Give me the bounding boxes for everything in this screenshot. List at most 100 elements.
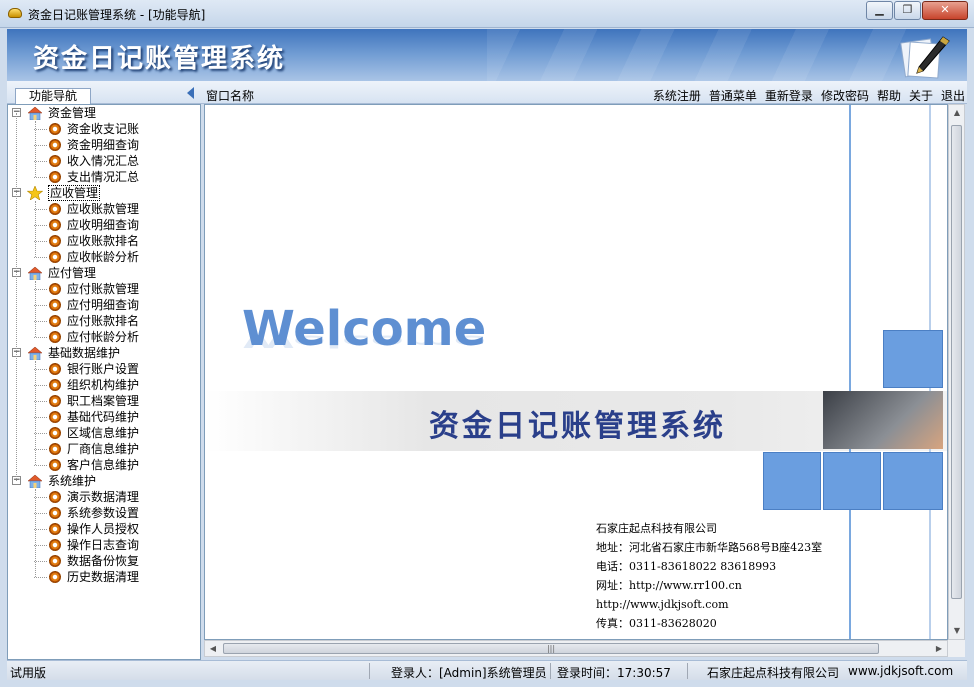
tree-item[interactable]: 操作日志查询 bbox=[8, 537, 200, 553]
menu-exit[interactable]: 退出 bbox=[941, 87, 965, 104]
tree-item[interactable]: 应付帐龄分析 bbox=[8, 329, 200, 345]
banner-decoration bbox=[487, 29, 907, 81]
scroll-down-icon[interactable]: ▼ bbox=[950, 623, 964, 639]
tree-item-label: 收入情况汇总 bbox=[67, 154, 140, 168]
tree-group-label: 资金管理 bbox=[48, 106, 97, 120]
tree-item-label: 应收账款管理 bbox=[67, 202, 140, 216]
tab-function-nav[interactable]: 功能导航 bbox=[15, 88, 91, 104]
tree-group[interactable]: − 资金管理 bbox=[8, 105, 200, 121]
minimize-button[interactable]: ▁ bbox=[866, 1, 893, 20]
tree-item[interactable]: 应付账款管理 bbox=[8, 281, 200, 297]
company-name: 石家庄起点科技有限公司 bbox=[596, 522, 717, 535]
vertical-scroll-thumb[interactable] bbox=[951, 125, 962, 599]
tree-item[interactable]: 操作人员授权 bbox=[8, 521, 200, 537]
tree-item[interactable]: 应付账款排名 bbox=[8, 313, 200, 329]
gear-icon bbox=[49, 219, 61, 231]
tree-group-label: 系统维护 bbox=[48, 474, 97, 488]
menu-relogin[interactable]: 重新登录 bbox=[765, 87, 813, 104]
tree-group-label: 基础数据维护 bbox=[48, 346, 121, 360]
tree-item[interactable]: 历史数据清理 bbox=[8, 569, 200, 585]
tree-item[interactable]: 数据备份恢复 bbox=[8, 553, 200, 569]
tree-item-label: 区域信息维护 bbox=[67, 426, 140, 440]
gear-icon bbox=[49, 363, 61, 375]
gear-icon bbox=[49, 155, 61, 167]
tree-group[interactable]: − 应付管理 bbox=[8, 265, 200, 281]
scroll-up-icon[interactable]: ▲ bbox=[950, 105, 964, 121]
tree-connector bbox=[35, 361, 36, 465]
tree-item[interactable]: 支出情况汇总 bbox=[8, 169, 200, 185]
window-controls: ▁ ❐ ✕ bbox=[865, 1, 968, 20]
tree-group-label: 应收管理 bbox=[48, 185, 101, 201]
status-login-user: 登录人：[Admin]系统管理员 bbox=[391, 666, 547, 680]
tree-connector bbox=[34, 257, 47, 258]
banner-title: 资金日记账管理系统 bbox=[33, 44, 286, 74]
tree-item-label: 应收账款排名 bbox=[67, 234, 140, 248]
gear-icon bbox=[49, 523, 61, 535]
tree-group[interactable]: − 应收管理 bbox=[8, 185, 200, 201]
menu-change-password[interactable]: 修改密码 bbox=[821, 87, 869, 104]
restore-icon: ❐ bbox=[902, 3, 913, 16]
tree-item[interactable]: 厂商信息维护 bbox=[8, 441, 200, 457]
tree-item-label: 应付账款管理 bbox=[67, 282, 140, 296]
tree-item[interactable]: 应收明细查询 bbox=[8, 217, 200, 233]
scroll-left-icon[interactable]: ◀ bbox=[205, 641, 221, 656]
close-button[interactable]: ✕ bbox=[922, 1, 968, 20]
tree-item[interactable]: 应付明细查询 bbox=[8, 297, 200, 313]
tree-item-label: 系统参数设置 bbox=[67, 506, 140, 520]
gear-icon bbox=[49, 123, 61, 135]
tree-item[interactable]: 组织机构维护 bbox=[8, 377, 200, 393]
menu-normal[interactable]: 普通菜单 bbox=[709, 87, 757, 104]
collapse-arrow-icon[interactable] bbox=[187, 87, 194, 99]
tree-item[interactable]: 银行账户设置 bbox=[8, 361, 200, 377]
horizontal-scrollbar[interactable]: ◀ ||| ▶ bbox=[204, 640, 948, 657]
tree-connector bbox=[34, 577, 47, 578]
tree-item[interactable]: 基础代码维护 bbox=[8, 409, 200, 425]
tree-connector bbox=[35, 201, 36, 257]
scroll-right-icon[interactable]: ▶ bbox=[931, 641, 947, 656]
tree-item-label: 演示数据清理 bbox=[67, 490, 140, 504]
tree-item[interactable]: 应收账款排名 bbox=[8, 233, 200, 249]
gear-icon bbox=[49, 571, 61, 583]
pen-and-paper-icon bbox=[900, 36, 950, 79]
tree-group[interactable]: − 基础数据维护 bbox=[8, 345, 200, 361]
tree-item[interactable]: 应收账款管理 bbox=[8, 201, 200, 217]
tree-item[interactable]: 区域信息维护 bbox=[8, 425, 200, 441]
restore-button[interactable]: ❐ bbox=[894, 1, 921, 20]
tree-item[interactable]: 系统参数设置 bbox=[8, 505, 200, 521]
tree-item[interactable]: 资金明细查询 bbox=[8, 137, 200, 153]
gear-icon bbox=[49, 283, 61, 295]
decor-tile bbox=[823, 452, 881, 510]
house-icon bbox=[27, 474, 43, 488]
gear-icon bbox=[49, 235, 61, 247]
house-icon bbox=[27, 266, 43, 280]
tree-item[interactable]: 应收帐龄分析 bbox=[8, 249, 200, 265]
welcome-reflection: Welcome bbox=[242, 331, 487, 351]
status-site: www.jdkjsoft.com bbox=[848, 664, 954, 678]
tree-item[interactable]: 收入情况汇总 bbox=[8, 153, 200, 169]
tree-item-label: 应付明细查询 bbox=[67, 298, 140, 312]
tree-item[interactable]: 客户信息维护 bbox=[8, 457, 200, 473]
menu-register[interactable]: 系统注册 bbox=[653, 87, 701, 104]
tree-item-label: 操作人员授权 bbox=[67, 522, 140, 536]
tree-item[interactable]: 演示数据清理 bbox=[8, 489, 200, 505]
tree-connector bbox=[34, 465, 47, 466]
tree-item-label: 客户信息维护 bbox=[67, 458, 140, 472]
tree-item-label: 支出情况汇总 bbox=[67, 170, 140, 184]
menu-help[interactable]: 帮助 bbox=[877, 87, 901, 104]
horizontal-scroll-thumb[interactable]: ||| bbox=[223, 643, 879, 654]
status-separator bbox=[369, 663, 370, 679]
tree-item[interactable]: 职工档案管理 bbox=[8, 393, 200, 409]
gear-icon bbox=[49, 507, 61, 519]
gear-icon bbox=[49, 555, 61, 567]
decor-tile bbox=[763, 452, 821, 510]
menu-about[interactable]: 关于 bbox=[909, 87, 933, 104]
tree-item-label: 历史数据清理 bbox=[67, 570, 140, 584]
window-name-label: 窗口名称 bbox=[206, 89, 255, 103]
tree-item-label: 银行账户设置 bbox=[67, 362, 140, 376]
scroll-corner bbox=[948, 640, 965, 657]
gear-icon bbox=[49, 539, 61, 551]
tree-group[interactable]: − 系统维护 bbox=[8, 473, 200, 489]
house-icon bbox=[27, 106, 43, 120]
vertical-scrollbar[interactable]: ▲ ▼ bbox=[948, 104, 965, 640]
tree-item[interactable]: 资金收支记账 bbox=[8, 121, 200, 137]
